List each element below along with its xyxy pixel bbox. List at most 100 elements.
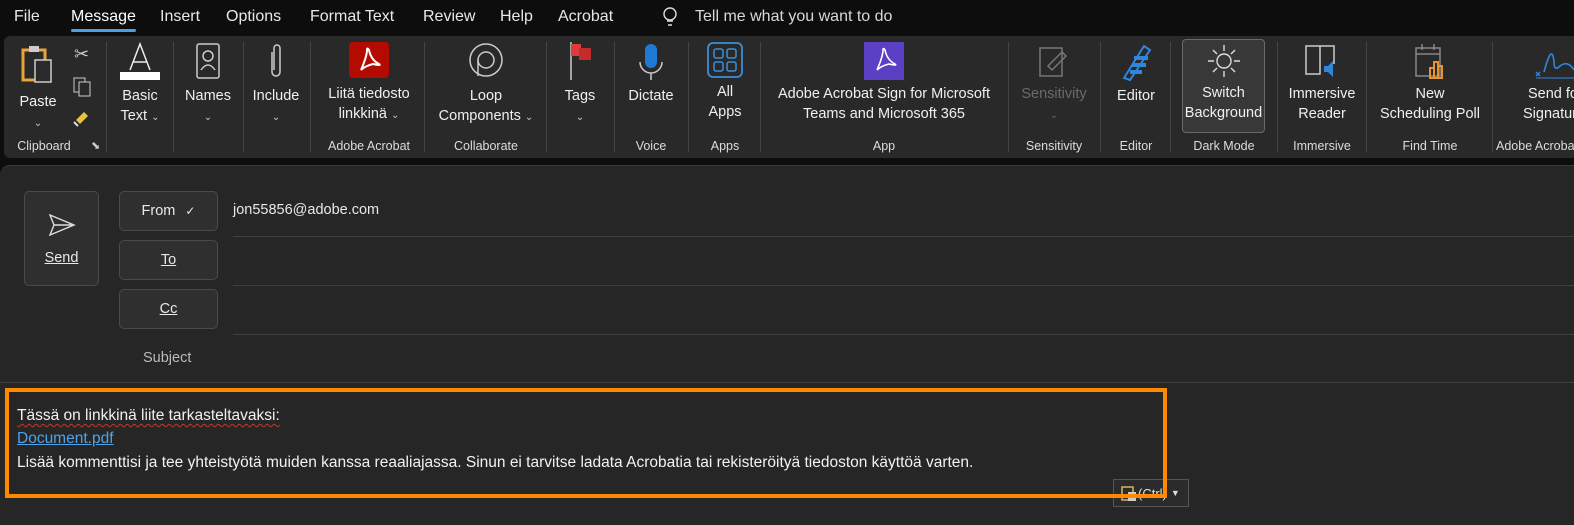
label: Apps — [708, 104, 742, 120]
group-label-adobe-acrobat-2: Adobe Acrobat — [1496, 139, 1574, 153]
format-painter-icon[interactable] — [70, 106, 92, 133]
from-address: jon55856@adobe.com — [233, 202, 380, 218]
sun-icon — [1207, 45, 1240, 77]
editor-pen-icon — [1122, 44, 1152, 82]
ribbon: Paste ⌄ ✂ Clipboard ⬊ Basic Text ⌄ Names ⌄ … — [4, 36, 1574, 158]
attach-link-button[interactable]: Liitä tiedosto linkkinä ⌄ — [314, 42, 424, 126]
tab-help[interactable]: Help — [500, 8, 533, 26]
label: New — [1415, 86, 1445, 102]
clipboard-icon — [21, 46, 52, 83]
to-label: To — [160, 252, 177, 268]
chevron-down-icon: ✓ — [185, 204, 196, 218]
label: Sensitivity — [1021, 86, 1087, 102]
switch-background-button[interactable]: Switch Background — [1182, 39, 1265, 133]
dialog-launcher-icon[interactable]: ⬊ — [91, 139, 100, 152]
tab-message[interactable]: Message — [71, 8, 136, 32]
signature-icon — [1535, 53, 1574, 79]
tab-format-text[interactable]: Format Text — [310, 8, 394, 26]
editor-button[interactable]: Editor — [1104, 42, 1168, 106]
from-label: From — [141, 203, 176, 219]
cc-button[interactable]: Cc — [119, 289, 218, 329]
tags-button[interactable]: Tags ⌄ — [552, 40, 608, 128]
dropdown-arrow-icon: ▼ — [1170, 488, 1180, 498]
label: Signature — [1523, 106, 1574, 122]
to-field[interactable] — [233, 241, 1574, 281]
label: Components — [438, 108, 521, 124]
label: Send for — [1528, 86, 1574, 102]
include-button[interactable]: Include ⌄ — [248, 42, 304, 128]
tell-me-search[interactable]: Tell me what you want to do — [695, 8, 892, 26]
tab-insert[interactable]: Insert — [160, 8, 200, 26]
immersive-reader-icon — [1305, 45, 1335, 77]
all-apps-button[interactable]: All Apps — [692, 42, 758, 122]
dictate-button[interactable]: Dictate — [618, 42, 684, 106]
label: Basic — [122, 88, 158, 104]
group-label-voice: Voice — [635, 139, 667, 153]
cc-field[interactable] — [233, 290, 1574, 330]
label: Background — [1184, 105, 1263, 121]
label: Scheduling Poll — [1380, 106, 1480, 122]
label: Tags — [564, 88, 596, 104]
group-label-immersive: Immersive — [1293, 139, 1351, 153]
highlight-box — [5, 388, 1167, 498]
tab-file[interactable]: File — [14, 8, 40, 26]
group-label-clipboard: Clipboard — [17, 139, 71, 153]
paperclip-icon — [271, 44, 281, 77]
label: Teams and Microsoft 365 — [803, 106, 965, 122]
to-button[interactable]: To — [119, 240, 218, 280]
label: Loop — [469, 88, 503, 104]
acrobat-sign-icon — [864, 42, 904, 80]
acrobat-sign-button[interactable]: Adobe Acrobat Sign for Microsoft Teams an… — [764, 42, 1004, 124]
microphone-icon — [639, 44, 663, 80]
apps-grid-icon — [707, 42, 743, 78]
group-label-app: App — [872, 139, 896, 153]
tab-review[interactable]: Review — [423, 8, 475, 26]
group-label-adobe-acrobat: Adobe Acrobat — [327, 139, 410, 153]
from-button[interactable]: From ✓ — [119, 191, 218, 231]
menu-bar: File Message Insert Options Format Text … — [0, 0, 1574, 35]
send-button[interactable]: Send — [24, 191, 99, 286]
group-label-editor: Editor — [1119, 139, 1153, 153]
send-label: Send — [44, 249, 79, 266]
adobe-pdf-icon — [349, 42, 389, 78]
group-label-collaborate: Collaborate — [454, 139, 518, 153]
flag-icon — [570, 42, 591, 80]
subject-field[interactable] — [233, 338, 1574, 378]
sensitivity-button[interactable]: Sensitivity ⌄ — [1014, 42, 1094, 126]
loop-icon — [469, 43, 503, 77]
label: Adobe Acrobat Sign for Microsoft — [778, 86, 990, 102]
group-label-apps: Apps — [710, 139, 740, 153]
cut-icon[interactable]: ✂ — [74, 44, 89, 65]
group-label-dark-mode: Dark Mode — [1193, 139, 1255, 153]
label: Editor — [1117, 88, 1155, 104]
paste-button[interactable]: Paste ⌄ — [12, 42, 64, 134]
font-a-icon — [120, 41, 160, 80]
group-label-sensitivity: Sensitivity — [1025, 139, 1083, 153]
tab-acrobat[interactable]: Acrobat — [558, 8, 613, 26]
sensitivity-icon — [1039, 47, 1068, 77]
tab-options[interactable]: Options — [226, 8, 281, 26]
label: Immersive — [1288, 86, 1356, 102]
subject-label: Subject — [143, 350, 192, 366]
label: Dictate — [628, 88, 674, 104]
group-label-find-time: Find Time — [1402, 139, 1458, 153]
label: Reader — [1298, 106, 1346, 122]
names-button[interactable]: Names ⌄ — [180, 42, 236, 128]
label: linkkinä — [338, 106, 387, 122]
label: Names — [185, 88, 231, 104]
lightbulb-icon — [662, 6, 678, 33]
cc-label: Cc — [159, 301, 178, 317]
basic-text-button[interactable]: Basic Text ⌄ — [112, 40, 168, 128]
label: Include — [252, 88, 300, 104]
paste-label: Paste — [19, 94, 57, 110]
scheduling-poll-icon — [1415, 44, 1443, 79]
label: All — [716, 84, 734, 100]
immersive-reader-button[interactable]: Immersive Reader — [1280, 42, 1364, 124]
new-scheduling-poll-button[interactable]: New Scheduling Poll — [1370, 42, 1490, 124]
loop-components-button[interactable]: Loop Components ⌄ — [428, 42, 544, 128]
label: Liitä tiedosto — [328, 86, 410, 102]
address-book-icon — [196, 43, 220, 79]
label: Switch — [1202, 85, 1245, 101]
send-for-signature-button[interactable]: Send for Signature — [1504, 42, 1574, 124]
copy-icon[interactable] — [72, 76, 92, 103]
